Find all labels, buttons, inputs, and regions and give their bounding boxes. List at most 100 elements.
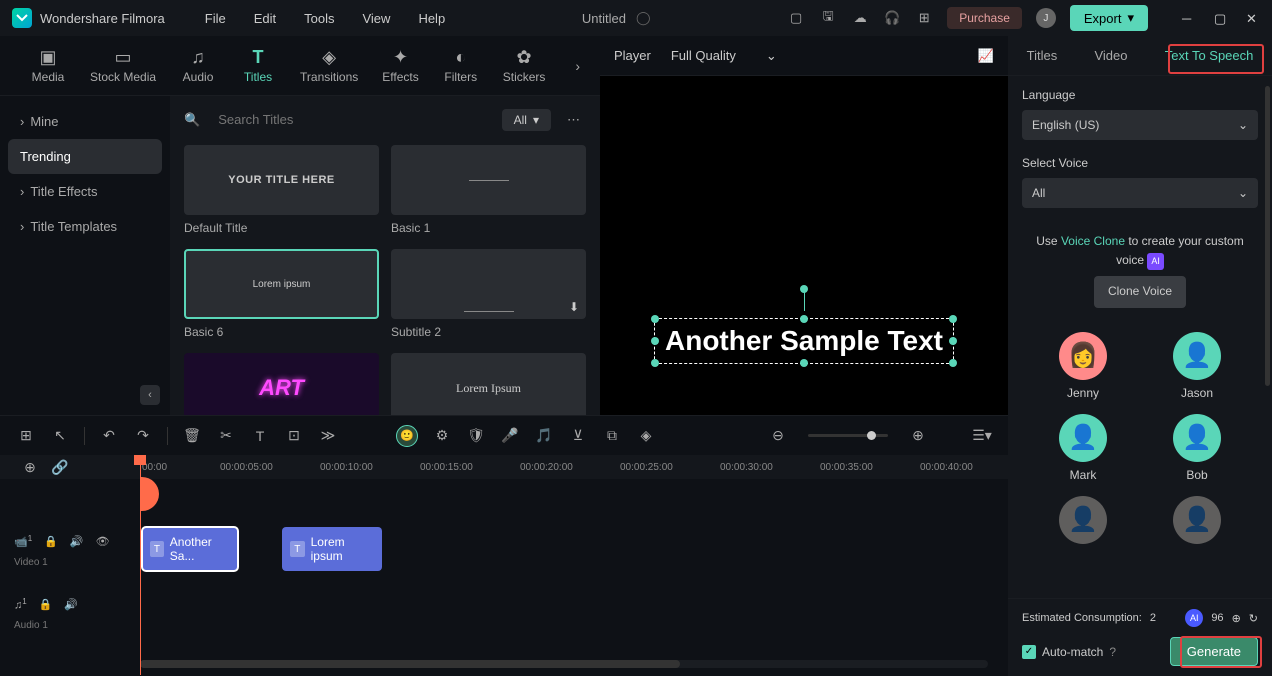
menu-tools[interactable]: Tools (304, 11, 334, 26)
ai-button[interactable]: 🙂 (396, 425, 418, 447)
menu-edit[interactable]: Edit (254, 11, 276, 26)
minimize-button[interactable]: ─ (1182, 11, 1196, 25)
video-track[interactable]: TAnother Sa... TLorem ipsum (0, 519, 1008, 579)
cut-button[interactable]: ✂ (216, 427, 236, 444)
menu-file[interactable]: File (205, 11, 226, 26)
auto-match-checkbox[interactable]: ✓ Auto-match ? (1022, 645, 1116, 659)
resize-handle-bl[interactable] (651, 359, 659, 367)
add-track-icon[interactable]: ⊕ (20, 459, 40, 476)
magnet-icon[interactable]: ⊻ (568, 427, 588, 444)
right-tab-titles[interactable]: Titles (1021, 44, 1064, 67)
shield-icon[interactable]: 🛡 (466, 427, 486, 444)
refresh-icon[interactable]: ↻ (1249, 612, 1258, 625)
text-tool-button[interactable]: T (250, 428, 270, 444)
voice-dropdown[interactable]: All⌄ (1022, 178, 1258, 208)
sidebar-item-trending[interactable]: Trending (8, 139, 162, 174)
title-card-subtitle2[interactable]: ⬇Subtitle 2 (391, 249, 586, 339)
sidebar-collapse-button[interactable]: ‹ (140, 385, 160, 405)
redo-button[interactable]: ↷ (133, 427, 153, 444)
cloud-icon[interactable]: ☁ (851, 9, 869, 27)
menu-view[interactable]: View (362, 11, 390, 26)
voice-more2[interactable]: 👤 (1150, 496, 1244, 544)
view-list-icon[interactable]: ☰▾ (972, 427, 992, 444)
tab-titles[interactable]: TTitles (230, 41, 286, 90)
zoom-slider[interactable] (808, 434, 888, 437)
language-dropdown[interactable]: English (US)⌄ (1022, 110, 1258, 140)
marker-icon[interactable]: ◈ (636, 427, 656, 444)
resize-handle-tm[interactable] (800, 315, 808, 323)
search-input[interactable] (210, 106, 491, 133)
clone-voice-button[interactable]: Clone Voice (1094, 276, 1186, 307)
title-card-default[interactable]: YOUR TITLE HEREDefault Title (184, 145, 379, 235)
link-icon[interactable]: 🔗 (50, 459, 70, 476)
text-selection-box[interactable]: Another Sample Text (654, 318, 954, 364)
rotate-handle[interactable] (800, 285, 808, 293)
crop-button[interactable]: ⊡ (284, 427, 304, 444)
title-card-lorem[interactable]: Lorem Ipsum (391, 353, 586, 423)
title-card-basic6[interactable]: Lorem ipsumBasic 6 (184, 249, 379, 339)
group-icon[interactable]: ⧉ (602, 427, 622, 444)
sidebar-item-title-effects[interactable]: ›Title Effects (8, 174, 162, 209)
music-tool-icon[interactable]: 🎵 (534, 427, 554, 444)
quality-dropdown[interactable]: Full Quality⌄ (671, 48, 777, 64)
generate-button[interactable]: Generate (1170, 637, 1258, 666)
resize-handle-bm[interactable] (800, 359, 808, 367)
zoom-thumb[interactable] (867, 431, 876, 440)
voice-more1[interactable]: 👤 (1036, 496, 1130, 544)
clip-another-sample[interactable]: TAnother Sa... (142, 527, 238, 571)
tabs-scroll-right[interactable]: › (575, 58, 580, 74)
delete-button[interactable]: 🗑 (182, 427, 202, 444)
tab-media[interactable]: ▣Media (20, 41, 76, 90)
close-button[interactable]: ✕ (1246, 11, 1260, 25)
voice-jason[interactable]: 👤Jason (1150, 332, 1244, 400)
playhead[interactable] (140, 455, 141, 675)
gear-outline-icon[interactable]: ⚙ (432, 427, 452, 444)
mute-icon[interactable]: 🔊 (64, 598, 78, 611)
user-avatar[interactable]: J (1036, 8, 1056, 28)
snapshot-icon[interactable]: 📈 (978, 48, 994, 64)
more-options-button[interactable]: ⋯ (561, 112, 586, 128)
timeline-scrollbar[interactable] (140, 660, 988, 668)
resize-handle-tl[interactable] (651, 315, 659, 323)
resize-handle-br[interactable] (949, 359, 957, 367)
tab-filters[interactable]: ◐Filters (433, 41, 489, 90)
tab-stickers[interactable]: ✿Stickers (493, 41, 556, 90)
title-card-art[interactable]: ART (184, 353, 379, 423)
zoom-in-button[interactable]: ⊕ (908, 427, 928, 444)
save-icon[interactable]: 🖫 (819, 9, 837, 27)
apps-icon[interactable]: ⊞ (915, 9, 933, 27)
resize-handle-ml[interactable] (651, 337, 659, 345)
voice-bob[interactable]: 👤Bob (1150, 414, 1244, 482)
zoom-out-button[interactable]: ⊖ (768, 427, 788, 444)
lock-icon[interactable]: 🔒 (39, 598, 53, 611)
resize-handle-tr[interactable] (949, 315, 957, 323)
purchase-button[interactable]: Purchase (947, 7, 1022, 29)
voice-clone-link[interactable]: Voice Clone (1061, 234, 1125, 248)
more-tools-button[interactable]: ≫ (318, 427, 338, 444)
right-tab-video[interactable]: Video (1088, 44, 1133, 67)
tab-audio[interactable]: ♫Audio (170, 41, 226, 90)
clip-lorem[interactable]: TLorem ipsum (282, 527, 382, 571)
sidebar-item-title-templates[interactable]: ›Title Templates (8, 209, 162, 244)
headphones-icon[interactable]: 🎧 (883, 9, 901, 27)
timeline-panels-icon[interactable]: ⊞ (16, 427, 36, 444)
timeline-scroll-thumb[interactable] (140, 660, 680, 668)
resize-handle-mr[interactable] (949, 337, 957, 345)
right-scrollbar[interactable] (1265, 86, 1270, 386)
audio-track-icon[interactable]: ♫1 (14, 597, 27, 612)
undo-button[interactable]: ↶ (99, 427, 119, 444)
menu-help[interactable]: Help (418, 11, 445, 26)
timeline-ruler[interactable]: ⊕ 🔗 00:00 00:00:05:00 00:00:10:00 00:00:… (0, 455, 1008, 479)
title-card-basic1[interactable]: Basic 1 (391, 145, 586, 235)
tab-stock-media[interactable]: ▭Stock Media (80, 41, 166, 90)
device-icon[interactable]: ▢ (787, 9, 805, 27)
tab-effects[interactable]: ✦Effects (372, 41, 428, 90)
right-tab-tts[interactable]: Text To Speech (1159, 44, 1260, 67)
cursor-icon[interactable]: ↖ (50, 427, 70, 444)
mic-icon[interactable]: 🎤 (500, 427, 520, 444)
export-button[interactable]: Export▾ (1070, 5, 1148, 31)
tab-transitions[interactable]: ◈Transitions (290, 41, 368, 90)
voice-jenny[interactable]: 👩Jenny (1036, 332, 1130, 400)
voice-mark[interactable]: 👤Mark (1036, 414, 1130, 482)
help-icon[interactable]: ? (1109, 645, 1116, 659)
